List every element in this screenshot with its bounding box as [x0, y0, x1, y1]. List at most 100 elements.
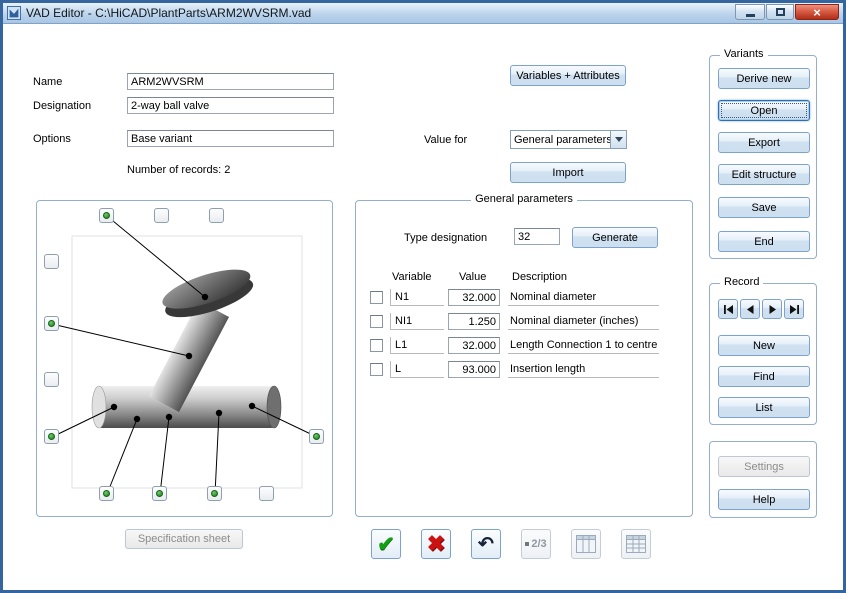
- value-for-dropdown[interactable]: General parameters: [510, 130, 627, 149]
- specification-sheet-button[interactable]: Specification sheet: [125, 529, 243, 549]
- new-record-button[interactable]: New: [718, 335, 810, 356]
- check-icon: ✔: [377, 532, 395, 557]
- window-title: VAD Editor - C:\HiCAD\PlantParts\ARM2WVS…: [26, 6, 311, 20]
- record-prev-button[interactable]: [740, 299, 760, 319]
- first-record-icon: [723, 304, 734, 315]
- page-indicator-button[interactable]: 2/3: [521, 529, 551, 559]
- variants-group-label: Variants: [720, 48, 768, 60]
- export-button[interactable]: Export: [718, 132, 810, 153]
- options-label: Options: [33, 133, 71, 145]
- help-button[interactable]: Help: [718, 489, 810, 510]
- record-next-button[interactable]: [762, 299, 782, 319]
- minimize-button[interactable]: [735, 4, 765, 20]
- connection-marker-empty[interactable]: [259, 486, 274, 501]
- connection-marker-assigned[interactable]: [99, 486, 114, 501]
- close-button[interactable]: ×: [795, 4, 839, 20]
- undo-button[interactable]: ↶: [471, 529, 501, 559]
- record-last-button[interactable]: [784, 299, 804, 319]
- variants-group: Variants Derive new Open Export Edit str…: [709, 55, 817, 259]
- row-checkbox[interactable]: [370, 363, 383, 376]
- connection-marker-empty[interactable]: [44, 254, 59, 269]
- type-designation-input[interactable]: [514, 228, 560, 245]
- column-header-description: Description: [512, 271, 567, 283]
- valve-preview-image: [37, 201, 332, 516]
- connection-marker-assigned[interactable]: [309, 429, 324, 444]
- designation-input[interactable]: [127, 97, 334, 114]
- end-button[interactable]: End: [718, 231, 810, 252]
- value-input[interactable]: [448, 361, 500, 378]
- titlebar[interactable]: VAD Editor - C:\HiCAD\PlantParts\ARM2WVS…: [3, 3, 843, 24]
- description-cell: Nominal diameter (inches): [508, 313, 659, 330]
- table-view-button[interactable]: [571, 529, 601, 559]
- variable-cell: L1: [390, 337, 444, 354]
- minimize-icon: [746, 14, 755, 17]
- column-header-variable: Variable: [392, 271, 432, 283]
- row-checkbox[interactable]: [370, 339, 383, 352]
- settings-button[interactable]: Settings: [718, 456, 810, 477]
- green-dot-icon: [156, 490, 163, 497]
- ok-button[interactable]: ✔: [371, 529, 401, 559]
- list-button[interactable]: List: [718, 397, 810, 418]
- name-label: Name: [33, 76, 62, 88]
- record-group: Record New Find List: [709, 283, 817, 425]
- derive-new-button[interactable]: Derive new: [718, 68, 810, 89]
- table-grid-view-button[interactable]: [621, 529, 651, 559]
- maximize-button[interactable]: [766, 4, 794, 20]
- next-record-icon: [767, 304, 778, 315]
- name-input[interactable]: [127, 73, 334, 90]
- cancel-button[interactable]: ✖: [421, 529, 451, 559]
- green-dot-icon: [313, 433, 320, 440]
- value-for-label: Value for: [424, 134, 467, 146]
- maximize-icon: [776, 8, 785, 16]
- type-designation-label: Type designation: [404, 232, 487, 244]
- green-dot-icon: [48, 433, 55, 440]
- save-button[interactable]: Save: [718, 197, 810, 218]
- edit-structure-button[interactable]: Edit structure: [718, 164, 810, 185]
- connection-marker-empty[interactable]: [44, 372, 59, 387]
- table-grid-icon: [626, 535, 646, 553]
- connection-marker-assigned[interactable]: [44, 429, 59, 444]
- variables-attributes-button[interactable]: Variables + Attributes: [510, 65, 626, 86]
- connection-marker-assigned[interactable]: [99, 208, 114, 223]
- green-dot-icon: [211, 490, 218, 497]
- value-for-selected: General parameters: [511, 134, 610, 146]
- import-button[interactable]: Import: [510, 162, 626, 183]
- green-dot-icon: [48, 320, 55, 327]
- variable-cell: L: [390, 361, 444, 378]
- find-button[interactable]: Find: [718, 366, 810, 387]
- prev-record-icon: [745, 304, 756, 315]
- undo-icon: ↶: [478, 533, 494, 556]
- connection-marker-empty[interactable]: [209, 208, 224, 223]
- dropdown-button[interactable]: [610, 131, 626, 148]
- vad-editor-window: VAD Editor - C:\HiCAD\PlantParts\ARM2WVS…: [0, 0, 846, 593]
- connection-marker-empty[interactable]: [154, 208, 169, 223]
- record-group-label: Record: [720, 276, 763, 288]
- designation-label: Designation: [33, 100, 91, 112]
- open-button[interactable]: Open: [718, 100, 810, 121]
- connection-marker-assigned[interactable]: [207, 486, 222, 501]
- green-dot-icon: [103, 490, 110, 497]
- description-cell: Insertion length: [508, 361, 659, 378]
- options-input[interactable]: [127, 130, 334, 147]
- connection-marker-assigned[interactable]: [152, 486, 167, 501]
- general-parameters-group-label: General parameters: [471, 193, 577, 205]
- table-icon: [576, 535, 596, 553]
- row-checkbox[interactable]: [370, 315, 383, 328]
- connection-marker-assigned[interactable]: [44, 316, 59, 331]
- chevron-down-icon: [615, 137, 623, 142]
- general-parameters-group: General parameters Type designation Gene…: [355, 200, 693, 517]
- variable-cell: NI1: [390, 313, 444, 330]
- close-icon: ×: [813, 6, 821, 19]
- value-input[interactable]: [448, 313, 500, 330]
- record-first-button[interactable]: [718, 299, 738, 319]
- bullet-icon: [525, 542, 529, 546]
- settings-help-group: Settings Help: [709, 441, 817, 518]
- value-input[interactable]: [448, 289, 500, 306]
- preview-group: [36, 200, 333, 517]
- caption-buttons: ×: [735, 4, 839, 20]
- description-cell: Nominal diameter: [508, 289, 659, 306]
- last-record-icon: [789, 304, 800, 315]
- row-checkbox[interactable]: [370, 291, 383, 304]
- value-input[interactable]: [448, 337, 500, 354]
- generate-button[interactable]: Generate: [572, 227, 658, 248]
